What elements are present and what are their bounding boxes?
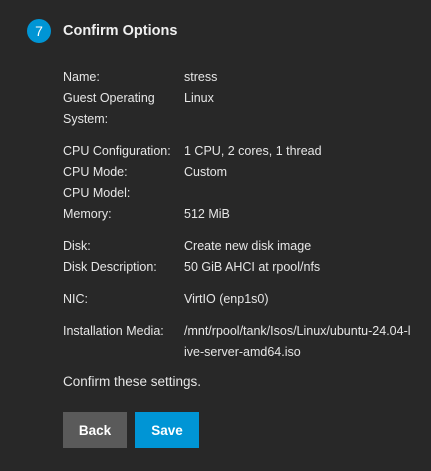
memory-label: Memory: [63,207,112,221]
installation-media-value: /mnt/rpool/tank/Isos/Linux/ubuntu-24.04-… [184,324,411,359]
nic-label: NIC: [63,292,88,306]
summary-row-memory: Memory: 512 MiB [63,204,413,225]
memory-value: 512 MiB [184,207,230,221]
cpu-mode-label: CPU Mode: [63,165,128,179]
cpu-model-label: CPU Model: [63,186,131,200]
summary-row-cpu-mode: CPU Mode: Custom [63,162,413,183]
name-label: Name: [63,70,100,84]
save-button[interactable]: Save [135,412,199,448]
summary-row-cpu-model: CPU Model: [63,183,413,204]
step-header: 7 Confirm Options [27,17,177,45]
disk-value: Create new disk image [184,239,312,253]
cpu-model-value [184,183,413,204]
disk-description-label: Disk Description: [63,260,157,274]
disk-label: Disk: [63,239,91,253]
settings-summary: Name: stress Guest Operating System: Lin… [63,67,413,363]
disk-description-value: 50 GiB AHCI at rpool/nfs [184,260,321,274]
cpu-config-value: 1 CPU, 2 cores, 1 thread [184,144,322,158]
summary-row-cpu-config: CPU Configuration: 1 CPU, 2 cores, 1 thr… [63,141,413,162]
cpu-mode-value: Custom [184,165,228,179]
name-value: stress [184,70,218,84]
step-title: Confirm Options [63,23,178,39]
summary-row-guest-os: Guest Operating System: Linux [63,88,413,130]
summary-row-name: Name: stress [63,67,413,88]
summary-row-installation-media: Installation Media: /mnt/rpool/tank/Isos… [63,321,413,363]
summary-row-disk-description: Disk Description: 50 GiB AHCI at rpool/n… [63,257,413,278]
nic-value: VirtIO (enp1s0) [184,292,269,306]
summary-row-disk: Disk: Create new disk image [63,236,413,257]
installation-media-label: Installation Media: [63,324,164,338]
back-button[interactable]: Back [63,412,127,448]
confirm-options-panel: 7 Confirm Options Name: stress Guest Ope… [0,0,431,471]
confirm-settings-text: Confirm these settings. [63,374,202,389]
step-number-badge: 7 [27,19,51,43]
guest-os-label: Guest Operating System: [63,91,155,126]
guest-os-value: Linux [184,91,214,105]
cpu-config-label: CPU Configuration: [63,144,171,158]
summary-row-nic: NIC: VirtIO (enp1s0) [63,289,413,310]
